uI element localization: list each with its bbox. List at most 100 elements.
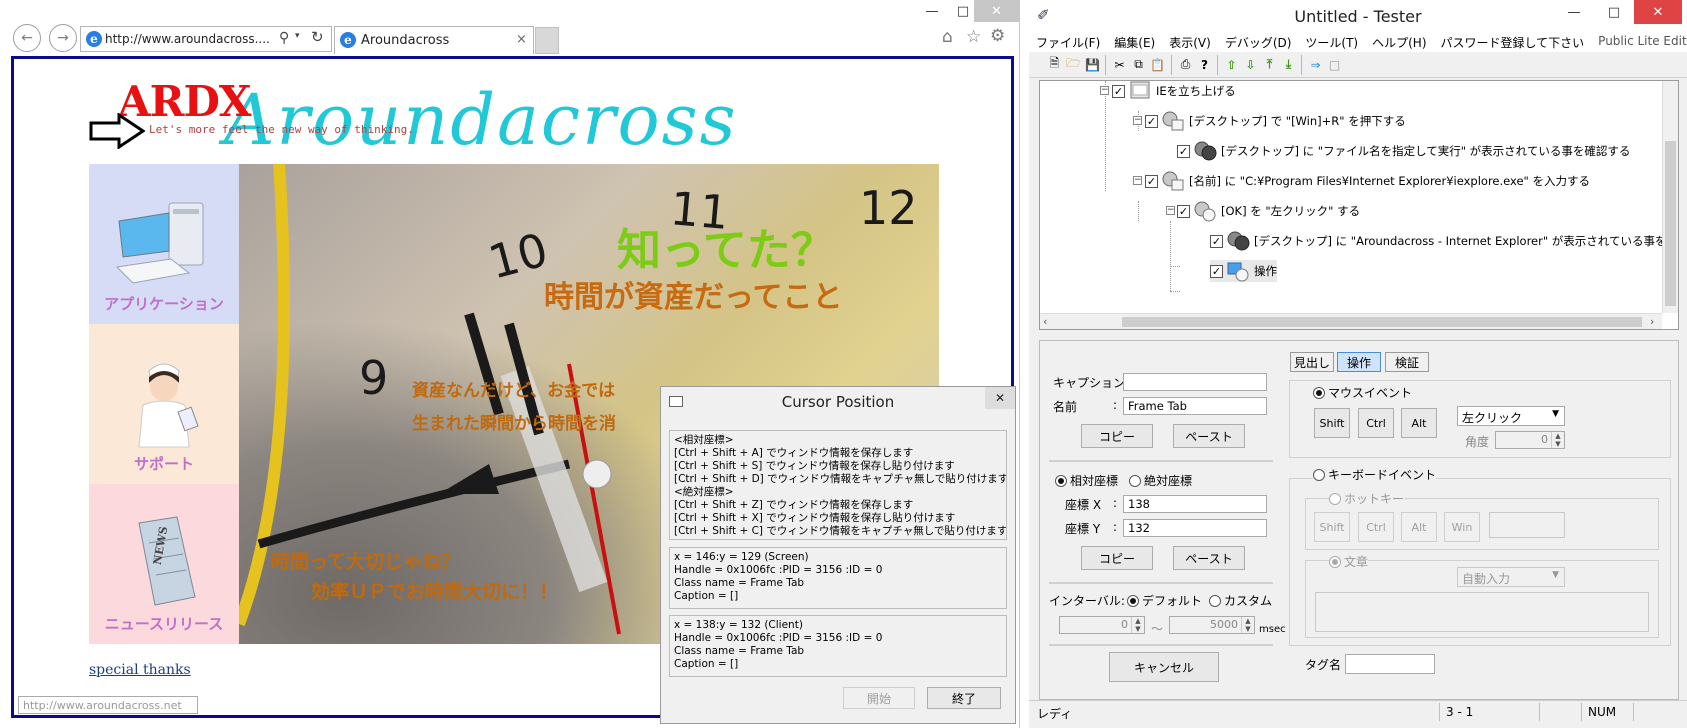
hotkey-ctrl-toggle[interactable]: Ctrl	[1358, 512, 1394, 542]
cancel-button[interactable]: キャンセル	[1109, 652, 1219, 682]
tree-collapse-toggle[interactable]: −	[1100, 86, 1109, 95]
interval-to-spinner[interactable]: 5000 ▲ ▼	[1169, 616, 1255, 634]
sentence-textarea[interactable]	[1315, 592, 1649, 632]
node-checkbox[interactable]: ✓	[1112, 84, 1125, 98]
blank-page-icon[interactable]: □	[1326, 56, 1343, 73]
tree-collapse-toggle[interactable]: −	[1166, 206, 1175, 215]
forward-button[interactable]: →	[49, 24, 77, 52]
copy-name-button[interactable]: コピー	[1081, 424, 1153, 448]
nav-support[interactable]: サポート	[89, 324, 239, 484]
angle-spinner[interactable]: 0 ▲ ▼	[1495, 431, 1565, 449]
node-checkbox[interactable]: ✓	[1210, 234, 1223, 248]
menu-debug[interactable]: デバッグ(D)	[1218, 32, 1299, 52]
hotkey-win-toggle[interactable]: Win	[1444, 512, 1480, 542]
scroll-left-icon[interactable]: ‹	[1043, 315, 1047, 328]
open-folder-icon[interactable]: 🗁	[1065, 56, 1082, 73]
tree-node[interactable]: ✓ [デスクトップ] に "ファイル名を指定して実行" が表示されている事を確認…	[1177, 140, 1630, 162]
paste-icon[interactable]: 📋	[1149, 56, 1166, 73]
tree-vertical-scrollbar[interactable]	[1662, 81, 1678, 313]
export-icon[interactable]: ⇒	[1307, 56, 1324, 73]
tree-node[interactable]: ✓ IEを立ち上げる	[1112, 81, 1236, 102]
scroll-right-icon[interactable]: ›	[1650, 315, 1654, 328]
move-up-icon[interactable]: ⇧	[1223, 56, 1240, 73]
mouse-shift-toggle[interactable]: Shift	[1314, 408, 1350, 438]
node-checkbox[interactable]: ✓	[1210, 264, 1223, 278]
caption-input[interactable]	[1123, 373, 1267, 391]
new-tab-button[interactable]	[535, 27, 559, 54]
tree-node[interactable]: ✓ [名前] に "C:¥Program Files¥Internet Expl…	[1145, 170, 1590, 192]
hotkey-alt-toggle[interactable]: Alt	[1401, 512, 1437, 542]
tag-name-input[interactable]	[1345, 654, 1435, 674]
close-button[interactable]: ✕	[974, 0, 1019, 22]
mouse-event-radio[interactable]: マウスイベント	[1313, 384, 1413, 401]
click-type-select[interactable]: 左クリック ▼	[1457, 406, 1565, 426]
tree-node-selected[interactable]: ✓ 操作	[1210, 260, 1277, 282]
tree-node[interactable]: ✓ [OK] を "左クリック" する	[1177, 200, 1360, 222]
hotkey-shift-toggle[interactable]: Shift	[1314, 512, 1350, 542]
tab-close-icon[interactable]: ×	[516, 32, 527, 47]
tree-vscroll-thumb[interactable]	[1665, 141, 1676, 306]
tree-node[interactable]: ✓ [デスクトップ] で "[Win]+R" を押下する	[1145, 110, 1406, 132]
interval-custom-radio[interactable]: カスタム	[1209, 592, 1272, 609]
dialog-close-icon[interactable]: ✕	[985, 387, 1015, 409]
node-checkbox[interactable]: ✓	[1177, 204, 1190, 218]
x-coord-input[interactable]: 138	[1123, 495, 1267, 513]
tree-collapse-toggle[interactable]: −	[1133, 176, 1142, 185]
tab-operation[interactable]: 操作	[1337, 352, 1381, 372]
print-icon[interactable]: ⎙	[1177, 56, 1194, 73]
minimize-button[interactable]: —	[912, 0, 952, 22]
interval-from-spinner[interactable]: 0 ▲ ▼	[1059, 616, 1145, 634]
back-button[interactable]: ←	[13, 24, 41, 52]
tree-hscroll-thumb[interactable]	[1122, 317, 1642, 327]
node-checkbox[interactable]: ✓	[1145, 114, 1158, 128]
start-button[interactable]: 開始	[843, 687, 915, 709]
mouse-ctrl-toggle[interactable]: Ctrl	[1358, 408, 1394, 438]
tree-horizontal-scrollbar[interactable]: ‹ ›	[1040, 313, 1662, 329]
node-checkbox[interactable]: ✓	[1177, 144, 1190, 158]
special-thanks-link[interactable]: special thanks	[89, 662, 191, 678]
relative-coords-radio[interactable]: 相対座標	[1055, 472, 1118, 489]
tree-collapse-toggle[interactable]: −	[1133, 116, 1142, 125]
copy-icon[interactable]: ⧉	[1130, 56, 1147, 73]
mouse-alt-toggle[interactable]: Alt	[1401, 408, 1437, 438]
home-icon[interactable]: ⌂	[942, 27, 953, 47]
refresh-icon[interactable]: ↻	[311, 28, 324, 46]
favorites-star-icon[interactable]: ☆	[966, 27, 981, 47]
nav-news-release[interactable]: NEWS ニュースリリース	[89, 484, 239, 644]
copy-coords-button[interactable]: コピー	[1081, 546, 1153, 570]
tab-aroundacross[interactable]: Aroundacross	[334, 26, 534, 54]
paste-name-button[interactable]: ペースト	[1173, 424, 1245, 448]
tester-maximize-button[interactable]: □	[1594, 0, 1634, 24]
menu-register-password[interactable]: パスワード登録して下さい	[1434, 32, 1592, 52]
dropdown-chevron-icon[interactable]: ▾	[295, 31, 300, 41]
menu-help[interactable]: ヘルプ(H)	[1365, 32, 1433, 52]
menu-file[interactable]: ファイル(F)	[1029, 32, 1107, 52]
search-icon[interactable]: ⚲	[279, 30, 289, 46]
menu-edit[interactable]: 編集(E)	[1107, 32, 1162, 52]
name-input[interactable]: Frame Tab	[1123, 397, 1267, 415]
absolute-coords-radio[interactable]: 絶対座標	[1129, 472, 1192, 489]
end-button[interactable]: 終了	[927, 687, 1001, 709]
keyboard-event-radio[interactable]: キーボードイベント	[1313, 466, 1437, 483]
interval-default-radio[interactable]: デフォルト	[1127, 592, 1202, 609]
menu-view[interactable]: 表示(V)	[1162, 32, 1218, 52]
move-bottom-icon[interactable]: ⤓	[1280, 56, 1297, 73]
tab-verify[interactable]: 検証	[1385, 352, 1429, 372]
menu-tools[interactable]: ツール(T)	[1298, 32, 1365, 52]
help-question-icon[interactable]: ?	[1196, 56, 1213, 73]
node-checkbox[interactable]: ✓	[1145, 174, 1158, 188]
hotkey-input[interactable]	[1489, 512, 1565, 538]
cut-icon[interactable]: ✂	[1111, 56, 1128, 73]
settings-gear-icon[interactable]: ⚙	[990, 26, 1005, 46]
input-mode-select[interactable]: 自動入力 ▼	[1457, 567, 1565, 587]
hotkey-radio[interactable]: ホットキー	[1329, 490, 1405, 507]
sentence-radio[interactable]: 文章	[1329, 553, 1369, 570]
tab-heading[interactable]: 見出し	[1290, 352, 1334, 372]
nav-application[interactable]: アプリケーション	[89, 164, 239, 324]
paste-coords-button[interactable]: ペースト	[1173, 546, 1245, 570]
y-coord-input[interactable]: 132	[1123, 519, 1267, 537]
new-file-icon[interactable]: 🗎	[1046, 56, 1063, 73]
tree-node[interactable]: ✓ [デスクトップ] に "Aroundacross - Internet Ex…	[1210, 230, 1678, 252]
tester-minimize-button[interactable]: —	[1554, 0, 1594, 24]
tester-close-button[interactable]: ✕	[1634, 0, 1682, 24]
